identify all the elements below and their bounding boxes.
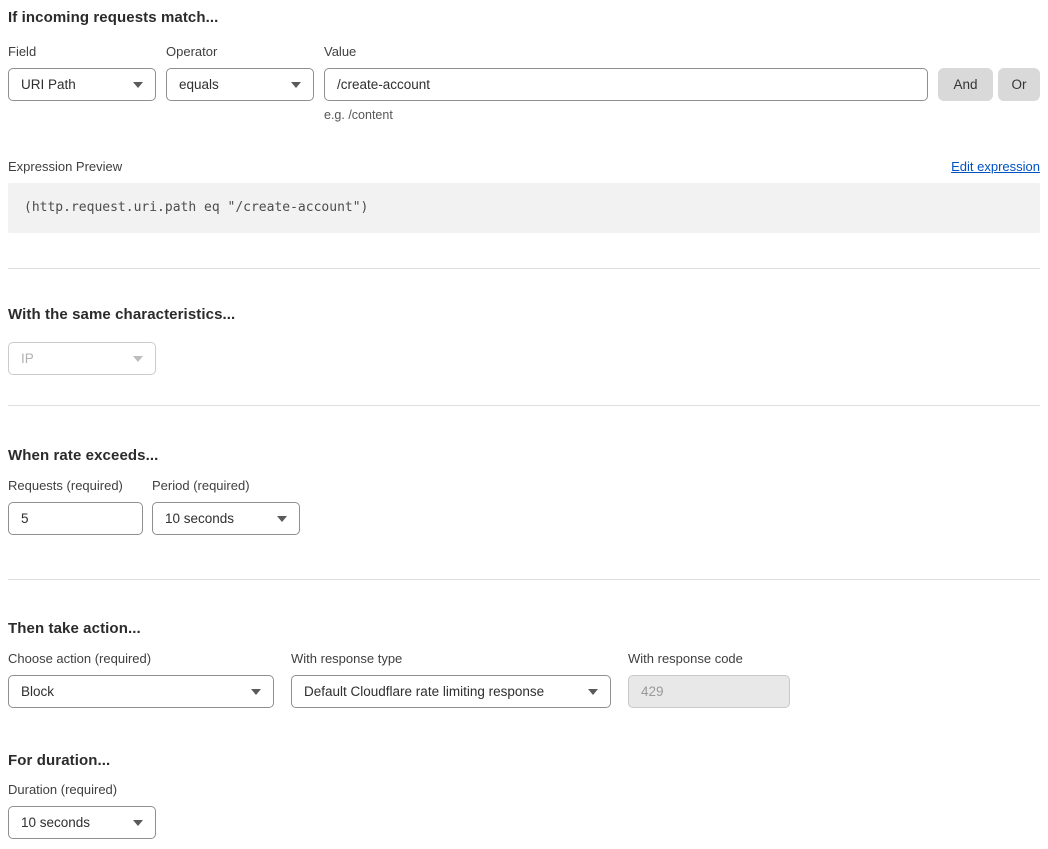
spacer-label bbox=[938, 44, 1040, 60]
section-divider bbox=[8, 579, 1040, 580]
chevron-down-icon bbox=[251, 689, 261, 695]
operator-label: Operator bbox=[166, 44, 314, 60]
period-select[interactable]: 10 seconds bbox=[152, 502, 300, 535]
choose-action-select-value: Block bbox=[21, 684, 54, 699]
chevron-down-icon bbox=[277, 516, 287, 522]
requests-label: Requests (required) bbox=[8, 478, 143, 494]
response-type-select-value: Default Cloudflare rate limiting respons… bbox=[304, 684, 544, 699]
and-button[interactable]: And bbox=[938, 68, 993, 101]
value-input[interactable] bbox=[324, 68, 928, 101]
duration-select[interactable]: 10 seconds bbox=[8, 806, 156, 839]
value-helper-text: e.g. /content bbox=[324, 108, 928, 122]
edit-expression-link[interactable]: Edit expression bbox=[951, 159, 1040, 174]
choose-action-label: Choose action (required) bbox=[8, 651, 274, 667]
choose-action-select[interactable]: Block bbox=[8, 675, 274, 708]
field-select-value: URI Path bbox=[21, 77, 76, 92]
expression-preview-label: Expression Preview bbox=[8, 159, 122, 174]
duration-section-title: For duration... bbox=[8, 751, 1040, 771]
expression-code-block: (http.request.uri.path eq "/create-accou… bbox=[8, 183, 1040, 233]
field-select[interactable]: URI Path bbox=[8, 68, 156, 101]
chevron-down-icon bbox=[133, 82, 143, 88]
value-label: Value bbox=[324, 44, 928, 60]
field-label: Field bbox=[8, 44, 156, 60]
rate-limiting-rule-form: If incoming requests match... Field URI … bbox=[0, 0, 1048, 849]
match-row: Field URI Path Operator equals Value e.g… bbox=[8, 44, 1040, 122]
operator-select-value: equals bbox=[179, 77, 219, 92]
characteristic-select-value: IP bbox=[21, 351, 34, 366]
response-type-label: With response type bbox=[291, 651, 611, 667]
rate-row: Requests (required) Period (required) 10… bbox=[8, 478, 1040, 535]
response-code-input bbox=[628, 675, 790, 708]
period-label: Period (required) bbox=[152, 478, 300, 494]
operator-select[interactable]: equals bbox=[166, 68, 314, 101]
characteristics-section-title: With the same characteristics... bbox=[8, 305, 1040, 325]
chevron-down-icon bbox=[291, 82, 301, 88]
chevron-down-icon bbox=[588, 689, 598, 695]
match-section-title: If incoming requests match... bbox=[8, 8, 1040, 28]
period-select-value: 10 seconds bbox=[165, 511, 234, 526]
action-section-title: Then take action... bbox=[8, 619, 1040, 639]
response-type-select[interactable]: Default Cloudflare rate limiting respons… bbox=[291, 675, 611, 708]
chevron-down-icon bbox=[133, 356, 143, 362]
section-divider bbox=[8, 268, 1040, 269]
characteristic-select: IP bbox=[8, 342, 156, 375]
chevron-down-icon bbox=[133, 820, 143, 826]
rate-section-title: When rate exceeds... bbox=[8, 446, 1040, 466]
response-code-label: With response code bbox=[628, 651, 790, 667]
duration-select-value: 10 seconds bbox=[21, 815, 90, 830]
or-button[interactable]: Or bbox=[998, 68, 1040, 101]
expression-preview-header: Expression Preview Edit expression bbox=[8, 159, 1040, 174]
requests-input[interactable] bbox=[8, 502, 143, 535]
duration-label: Duration (required) bbox=[8, 782, 156, 798]
action-row: Choose action (required) Block With resp… bbox=[8, 651, 1040, 708]
section-divider bbox=[8, 405, 1040, 406]
